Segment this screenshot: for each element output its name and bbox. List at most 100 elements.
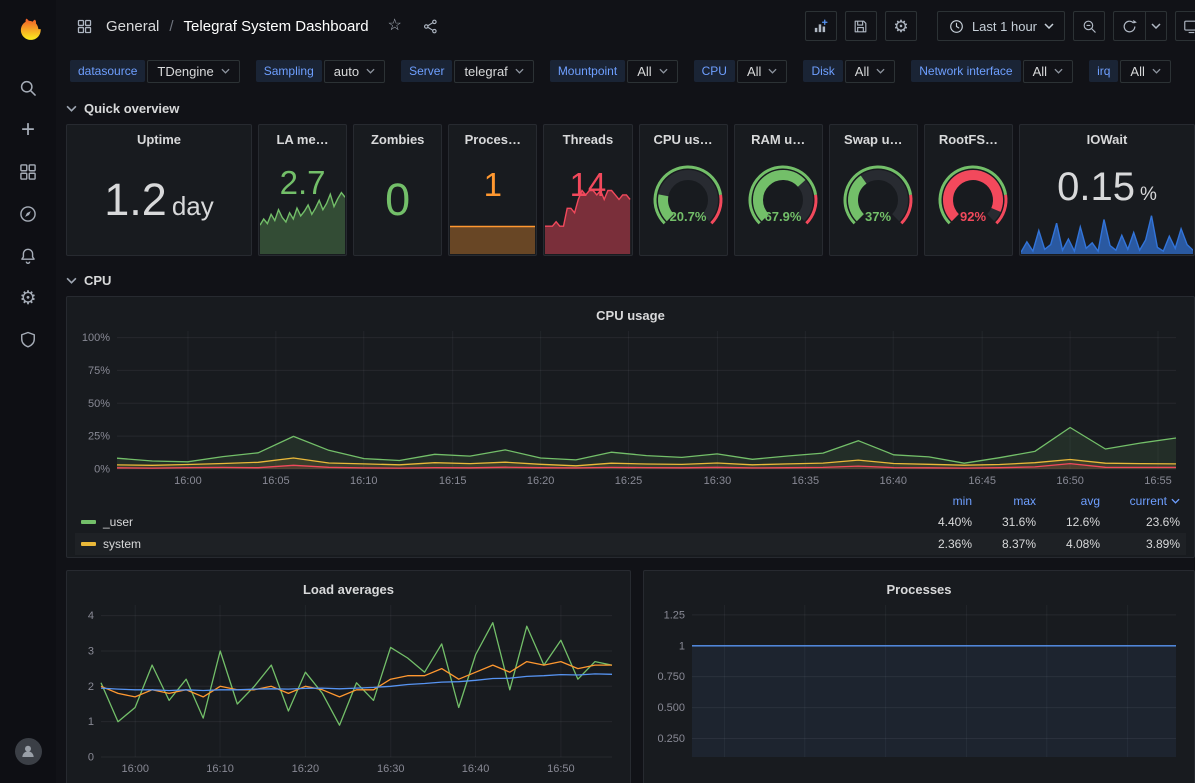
variable-current-value: All <box>747 64 761 79</box>
sidebar-item-configuration[interactable]: ⚙ <box>6 278 50 318</box>
stat-unit: day <box>172 191 214 222</box>
sidebar-item-explore[interactable] <box>6 194 50 234</box>
variable-value-dropdown[interactable]: auto <box>324 60 385 83</box>
dashboard-settings-button[interactable]: ⚙ <box>885 11 917 41</box>
sidebar-item-alerting[interactable] <box>6 236 50 276</box>
sort-chevron-icon <box>1171 498 1180 504</box>
variable-current-value: All <box>1033 64 1047 79</box>
panel-title[interactable]: CPU us… <box>640 125 727 147</box>
variable-value-dropdown[interactable]: All <box>1023 60 1073 83</box>
variable-network-interface: Network interface All <box>911 60 1073 83</box>
chevron-down-icon <box>66 105 77 112</box>
variable-label: Disk <box>803 60 842 82</box>
svg-text:16:10: 16:10 <box>350 475 378 487</box>
variable-value-dropdown[interactable]: All <box>1120 60 1170 83</box>
svg-text:16:30: 16:30 <box>704 475 732 487</box>
panel-title[interactable]: Swap u… <box>830 125 917 147</box>
variable-value-dropdown[interactable]: All <box>627 60 677 83</box>
panel-title[interactable]: Processes <box>652 575 1186 597</box>
variable-label: Server <box>401 60 452 82</box>
add-panel-button[interactable] <box>805 11 837 41</box>
svg-text:16:50: 16:50 <box>1056 475 1084 487</box>
refresh-interval-dropdown[interactable] <box>1145 11 1167 41</box>
gear-icon: ⚙ <box>19 289 36 308</box>
star-dashboard-button[interactable]: ☆ <box>381 12 409 40</box>
series-color-mark <box>81 542 96 546</box>
row-header-quick-overview[interactable]: Quick overview <box>66 96 179 120</box>
variable-current-value: All <box>1130 64 1144 79</box>
topnav-actions: ⚙ Last 1 hour <box>805 11 1185 41</box>
variable-current-value: All <box>855 64 869 79</box>
panel-title[interactable]: Load averages <box>75 575 622 597</box>
sidebar-item-server-admin[interactable] <box>6 320 50 360</box>
chevron-down-icon <box>1151 23 1161 29</box>
dashboard-content: Quick overview Uptime 1.2 day LA me… 2.7 <box>56 90 1195 783</box>
panel-cpu-usage: CPU usage 16:0016:0516:1016:1516:2016:25… <box>66 296 1195 558</box>
bell-icon <box>18 246 38 266</box>
series-toggle[interactable]: _user <box>81 515 908 529</box>
series-color-mark <box>81 520 96 524</box>
refresh-button[interactable] <box>1113 11 1145 41</box>
gear-icon: ⚙ <box>893 18 908 35</box>
time-range-picker[interactable]: Last 1 hour <box>937 11 1065 41</box>
zoom-out-icon <box>1081 18 1098 35</box>
clock-icon <box>948 18 965 35</box>
sidebar-item-dashboards[interactable] <box>6 152 50 192</box>
variable-value-dropdown[interactable]: TDengine <box>147 60 239 83</box>
panel-title[interactable]: RAM u… <box>735 125 822 147</box>
panel-title[interactable]: CPU usage <box>75 301 1186 323</box>
processes-chart[interactable]: 1.2510.7500.5000.250 <box>652 597 1186 777</box>
add-panel-icon <box>812 18 829 35</box>
avatar <box>15 738 42 765</box>
legend-avg: 12.6% <box>1036 515 1100 529</box>
chevron-down-icon <box>221 68 230 74</box>
legend-min: 2.36% <box>908 537 972 551</box>
variable-value-dropdown[interactable]: All <box>845 60 895 83</box>
svg-text:16:05: 16:05 <box>262 475 290 487</box>
cycle-view-mode-button[interactable] <box>1175 11 1195 41</box>
legend-col-current[interactable]: current <box>1100 494 1180 508</box>
variable-mountpoint: Mountpoint All <box>550 60 678 83</box>
cpu-legend: min max avg current _user 4.40% <box>75 491 1186 558</box>
zoom-out-time-button[interactable] <box>1073 11 1105 41</box>
monitor-icon <box>1183 18 1195 35</box>
panel-title[interactable]: RootFS… <box>925 125 1012 147</box>
legend-col-min[interactable]: min <box>908 494 972 508</box>
series-toggle[interactable]: system <box>81 537 908 551</box>
legend-col-max[interactable]: max <box>972 494 1036 508</box>
cpu-usage-chart[interactable]: 16:0016:0516:1016:1516:2016:2516:3016:35… <box>75 323 1186 489</box>
svg-text:16:15: 16:15 <box>439 475 467 487</box>
dashboard-title[interactable]: Telegraf System Dashboard <box>184 18 369 35</box>
legend-col-avg[interactable]: avg <box>1036 494 1100 508</box>
svg-text:75%: 75% <box>88 365 110 377</box>
svg-text:0.500: 0.500 <box>657 702 685 714</box>
share-dashboard-button[interactable] <box>417 12 445 40</box>
ram-usage-gauge: 67.9% <box>735 163 822 239</box>
variable-label: datasource <box>70 60 145 82</box>
svg-text:0: 0 <box>88 752 94 764</box>
variable-label: Mountpoint <box>550 60 625 82</box>
legend-max: 8.37% <box>972 537 1036 551</box>
variable-value-dropdown[interactable]: All <box>737 60 787 83</box>
load-averages-chart[interactable]: 16:0016:1016:2016:3016:4016:5001234 <box>75 597 622 777</box>
variable-value-dropdown[interactable]: telegraf <box>454 60 533 83</box>
panel-iowait: IOWait 0.15 % <box>1019 124 1195 256</box>
dashboard-grid-button[interactable] <box>70 12 98 40</box>
grafana-logo[interactable] <box>6 8 50 52</box>
save-dashboard-button[interactable] <box>845 11 877 41</box>
sidebar-item-search[interactable] <box>6 68 50 108</box>
save-icon <box>852 18 869 35</box>
sidebar-item-create[interactable]: + <box>6 110 50 150</box>
legend-row-clipped: 0.696% 4.11% 1.18% 1.24% <box>75 555 1186 558</box>
row-header-cpu[interactable]: CPU <box>66 268 111 292</box>
panel-zombies: Zombies 0 <box>353 124 442 256</box>
variable-label: Sampling <box>256 60 322 82</box>
legend-max: 31.6% <box>972 515 1036 529</box>
svg-text:92%: 92% <box>960 209 986 224</box>
svg-text:16:40: 16:40 <box>462 763 490 775</box>
panel-load-averages: Load averages 16:0016:1016:2016:3016:401… <box>66 570 631 783</box>
user-avatar[interactable] <box>6 731 50 771</box>
svg-text:1.25: 1.25 <box>664 609 685 621</box>
rootfs-gauge: 92% <box>925 163 1012 239</box>
breadcrumb-folder[interactable]: General <box>106 18 159 35</box>
